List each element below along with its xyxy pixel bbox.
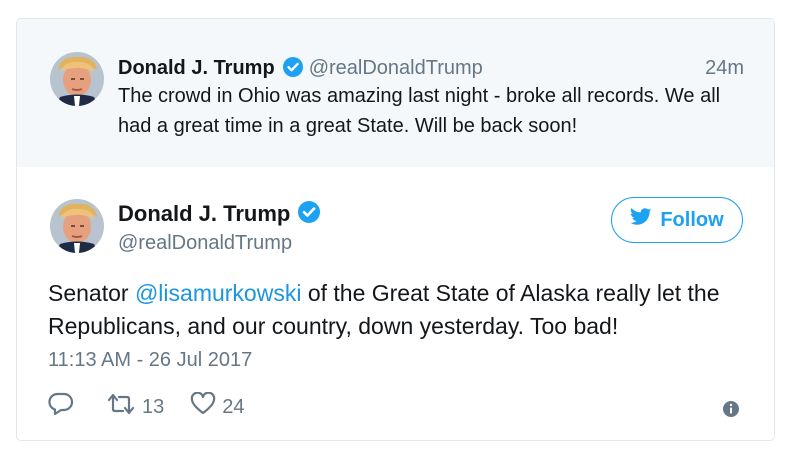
tweet-time[interactable]: 24m	[705, 55, 744, 81]
info-icon[interactable]	[722, 400, 740, 418]
avatar[interactable]	[50, 199, 104, 253]
retweet-icon	[106, 392, 136, 422]
tweet-timestamp[interactable]: 11:13 AM - 26 Jul 2017	[48, 347, 252, 373]
retweet-count: 13	[142, 395, 165, 418]
main-tweet-text: Senator @lisamurkowski of the Great Stat…	[48, 277, 748, 343]
twitter-bird-icon	[630, 208, 652, 232]
like-button[interactable]: 24	[190, 391, 245, 422]
tweet-actions: 13 24	[48, 391, 245, 422]
author-handle[interactable]: @realDonaldTrump	[118, 230, 292, 256]
reply-icon	[48, 392, 74, 422]
author-handle[interactable]: @realDonaldTrump	[309, 57, 483, 79]
retweet-button[interactable]: 13	[106, 392, 164, 422]
follow-button[interactable]: Follow	[611, 197, 743, 243]
tweet-text-start: Senator	[48, 280, 135, 306]
embedded-tweet-card: Donald J. Trump @realDonaldTrump 24m The …	[16, 18, 775, 441]
author-name[interactable]: Donald J. Trump	[118, 201, 290, 226]
mention-link[interactable]: @lisamurkowski	[135, 280, 301, 306]
follow-label: Follow	[660, 208, 724, 231]
parent-tweet-text: The crowd in Ohio was amazing last night…	[118, 85, 721, 137]
verified-icon	[298, 201, 321, 230]
author-name[interactable]: Donald J. Trump	[118, 57, 275, 79]
main-tweet-author: Donald J. Trump	[118, 200, 326, 230]
parent-tweet-header: Donald J. Trump @realDonaldTrump 24m	[118, 55, 744, 81]
like-count: 24	[222, 395, 245, 418]
verified-icon	[282, 57, 303, 84]
like-icon	[190, 391, 216, 422]
reply-button[interactable]	[48, 392, 74, 422]
avatar[interactable]	[50, 52, 104, 106]
parent-tweet[interactable]: Donald J. Trump @realDonaldTrump 24m The …	[17, 19, 774, 167]
